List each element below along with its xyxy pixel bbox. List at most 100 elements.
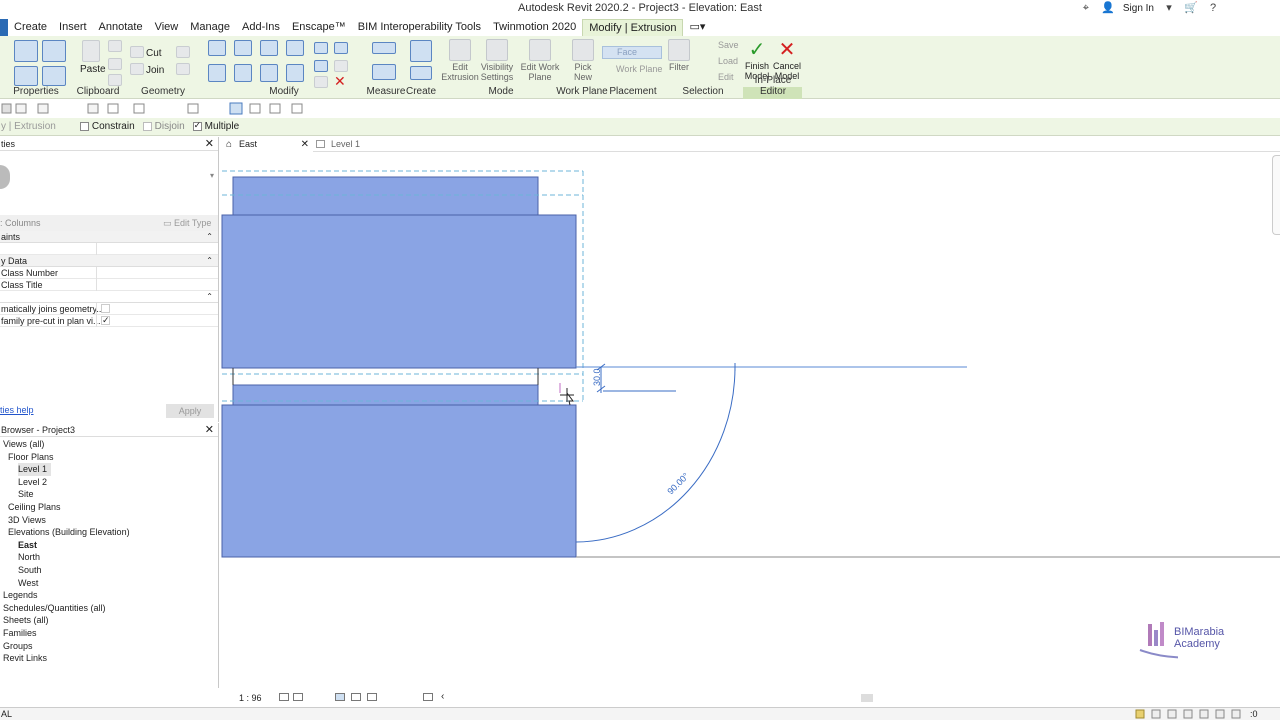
lower-extrusion-top[interactable] (232, 384, 539, 406)
filter-button[interactable]: Filter (666, 39, 692, 72)
auto-join-checkbox[interactable] (101, 304, 110, 313)
browser-item[interactable]: Families (0, 627, 218, 640)
scissors-icon[interactable] (108, 40, 122, 52)
type-properties-icon[interactable] (42, 40, 66, 62)
constrain-checkbox[interactable] (79, 122, 89, 131)
browser-item[interactable]: Schedules/Quantities (all) (0, 602, 218, 615)
prop-row-precut[interactable]: family pre-cut in plan vi... (0, 314, 218, 327)
align-icon[interactable] (208, 40, 226, 56)
measure-icon[interactable] (372, 42, 396, 54)
browser-item[interactable]: Level 2 (0, 476, 218, 489)
angle-arc[interactable] (575, 366, 736, 543)
upper-extrusion-body[interactable] (221, 214, 577, 369)
tab-annotate[interactable]: Annotate (93, 19, 149, 36)
disjoin-option[interactable]: Disjoin (142, 121, 185, 132)
tab-add-ins[interactable]: Add-Ins (236, 19, 286, 36)
prop-row-class-title[interactable]: Class Title (0, 279, 218, 291)
browser-item[interactable]: Sheets (all) (0, 614, 218, 627)
join-geometry-icon[interactable] (130, 63, 144, 75)
temporary-hide-icon[interactable] (423, 693, 433, 701)
family-types-icon[interactable] (42, 66, 66, 86)
browser-item[interactable]: Ceiling Plans (0, 501, 218, 514)
chevron-down-icon[interactable]: ▾ (1162, 2, 1176, 14)
work-plane-button[interactable]: Work Plane (602, 63, 664, 76)
tab-manage[interactable]: Manage (184, 19, 236, 36)
create-group-icon[interactable] (410, 40, 432, 62)
browser-item[interactable]: Floor Plans (0, 451, 218, 464)
copy-element-icon[interactable] (234, 64, 252, 82)
detail-level-icon[interactable] (279, 693, 289, 701)
type-selector[interactable]: : Columns ▭ Edit Type (0, 215, 218, 231)
load-selection[interactable]: Load (718, 56, 738, 66)
dimension-height-label[interactable]: 30.0 (592, 368, 602, 386)
tab-bim-interoperability-tools[interactable]: BIM Interoperability Tools (352, 19, 487, 36)
collapse-icon[interactable]: ⌃ (206, 291, 213, 303)
temporary-dimension[interactable] (596, 363, 676, 393)
edit-selection[interactable]: Edit (718, 72, 734, 82)
tab-enscape[interactable]: Enscape™ (286, 19, 352, 36)
crop-view-icon[interactable] (351, 693, 361, 701)
browser-item[interactable]: Legends (0, 589, 218, 602)
close-icon[interactable]: ✕ (205, 137, 214, 151)
rotate-icon[interactable] (260, 64, 278, 82)
cart-icon[interactable]: 🛒 (1184, 2, 1198, 14)
file-menu-tab[interactable] (0, 19, 8, 36)
face-button[interactable]: Face (602, 46, 662, 59)
create-similar-icon[interactable] (410, 66, 432, 80)
apply-button[interactable]: Apply (166, 404, 214, 418)
section-other[interactable]: ⌃ (0, 291, 218, 303)
constrain-option[interactable]: Constrain (79, 121, 135, 132)
copy-icon[interactable] (108, 58, 122, 70)
binoculars-icon[interactable]: ⌖ (1079, 2, 1093, 14)
hide-crop-icon[interactable] (367, 693, 377, 701)
browser-item[interactable]: South (0, 564, 218, 577)
save-selection[interactable]: Save (718, 40, 739, 50)
split-icon[interactable] (314, 42, 328, 54)
section-identity-data[interactable]: y Data ⌃ (0, 255, 218, 267)
dimension-icon[interactable] (372, 64, 396, 80)
drawing-canvas[interactable]: 30.0 90.00° (221, 153, 1280, 689)
cope-icon[interactable] (176, 46, 190, 58)
array-icon[interactable] (334, 42, 348, 54)
scale-icon[interactable] (314, 60, 328, 72)
visibility-settings-button[interactable]: Visibility Settings (476, 39, 518, 82)
multiple-checkbox[interactable] (192, 120, 202, 131)
collapse-icon[interactable]: ⌃ (206, 255, 213, 267)
ribbon-options-icon[interactable]: ▭▾ (683, 19, 711, 36)
tab-east[interactable]: ⌂ East ✕ (221, 137, 313, 152)
mirror-draw-icon[interactable] (286, 40, 304, 56)
edit-extrusion-button[interactable]: Edit Extrusion (440, 39, 480, 82)
cut-label[interactable]: Cut (146, 48, 162, 59)
browser-item[interactable]: Revit Links (0, 652, 218, 665)
multiple-option[interactable]: Multiple (192, 120, 239, 132)
close-icon[interactable]: ✕ (301, 137, 309, 152)
browser-item[interactable]: North (0, 551, 218, 564)
properties-help-link[interactable]: ties help (0, 405, 34, 415)
browser-item[interactable]: 3D Views (0, 514, 218, 527)
tab-level-1[interactable]: Level 1 (313, 137, 393, 152)
help-icon[interactable]: ? (1206, 2, 1220, 14)
tab-create[interactable]: Create (8, 19, 53, 36)
tab-view[interactable]: View (149, 19, 185, 36)
dimension-angle-label[interactable]: 90.00° (665, 471, 691, 497)
shadows-icon[interactable] (335, 693, 345, 701)
lower-extrusion-body[interactable] (221, 404, 577, 558)
match-type-icon[interactable] (108, 74, 122, 86)
browser-item[interactable]: Site (0, 488, 218, 501)
properties-icon[interactable] (14, 66, 38, 86)
prop-row-class-number[interactable]: Class Number (0, 267, 218, 279)
mirror-axis-icon[interactable] (260, 40, 278, 56)
sign-in-link[interactable]: Sign In (1123, 3, 1154, 14)
close-icon[interactable]: ✕ (205, 423, 214, 437)
pick-new-button[interactable]: Pick New (566, 39, 600, 82)
section-constraints[interactable]: aints ⌃ (0, 231, 218, 243)
trim-icon[interactable] (286, 64, 304, 82)
disjoin-checkbox[interactable] (142, 122, 152, 131)
navigation-bar[interactable] (1272, 155, 1280, 235)
browser-item[interactable]: West (0, 577, 218, 590)
split-face-icon[interactable] (176, 63, 190, 75)
horizontal-scrollbar[interactable] (861, 694, 873, 702)
edit-type-button[interactable]: ▭ Edit Type (163, 215, 211, 231)
user-icon[interactable]: 👤 (1101, 2, 1115, 14)
upper-extrusion-top[interactable] (232, 176, 539, 216)
